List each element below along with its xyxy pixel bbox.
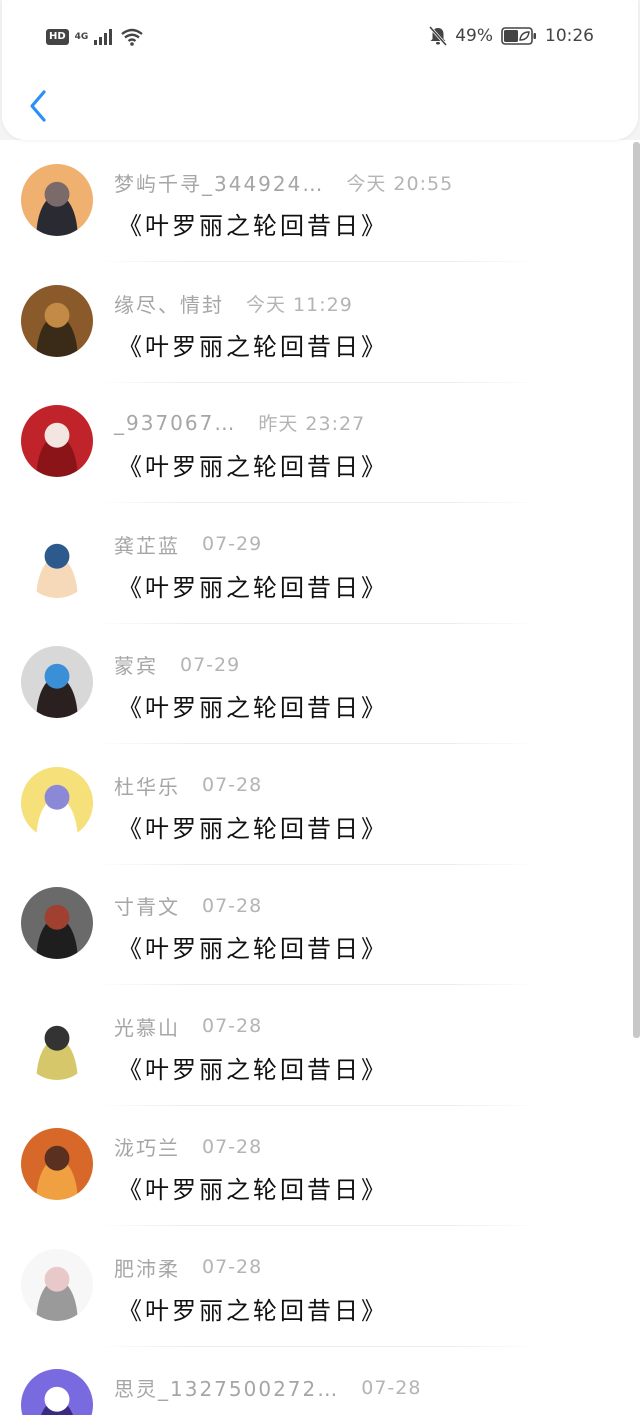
message-time: 今天 11:29 [246,293,353,316]
clock: 10:26 [545,26,594,46]
status-bar: HD 4G 49% 10:26 [2,0,638,76]
network-type: 4G [74,31,89,42]
sender-name: 龚芷蓝 [114,533,180,558]
sender-name: 缘尽、情封 [114,292,224,317]
message-time: 07-28 [361,1376,422,1399]
message-meta: 泷巧兰 07-28 [114,1132,262,1161]
message-meta: 思灵_1327500272… 07-28 [114,1373,421,1402]
message-time: 07-29 [180,653,241,676]
avatar[interactable] [21,1128,93,1200]
signal-icon [94,29,113,45]
message-time: 07-29 [202,533,263,555]
message-time: 07-28 [202,894,263,917]
message-meta: 缘尽、情封 今天 11:29 [114,289,353,318]
message-text: 《叶罗丽之轮回昔日》 [118,332,388,361]
message-meta: _937067… 昨天 23:27 [114,409,365,436]
message-time: 今天 20:55 [346,173,454,195]
message-text: 《叶罗丽之轮回昔日》 [118,814,388,843]
list-item[interactable]: 寸青文 07-28 《叶罗丽之轮回昔日》 [0,863,640,985]
avatar[interactable] [21,284,93,357]
list-item[interactable]: 泷巧兰 07-28 《叶罗丽之轮回昔日》 [0,1104,640,1226]
sender-name: _937067… [114,410,237,435]
battery-percent: 49% [455,26,493,46]
sender-name: 杜华乐 [114,774,180,799]
list-item[interactable]: 龚芷蓝 07-29 《叶罗丽之轮回昔日》 [0,502,640,624]
message-text: 《叶罗丽之轮回昔日》 [118,573,388,602]
sender-name: 肥沛柔 [114,1256,180,1281]
message-text: 《叶罗丽之轮回昔日》 [118,1176,388,1204]
avatar[interactable] [21,646,93,718]
message-meta: 蒙宾 07-29 [114,650,240,679]
battery-icon [501,27,536,45]
top-bar: HD 4G 49% 10:26 [2,0,638,140]
list-item[interactable]: 梦屿千寻_344924… 今天 20:55 《叶罗丽之轮回昔日》 [0,140,640,262]
avatar[interactable] [21,164,93,236]
avatar[interactable] [21,1369,93,1415]
avatar[interactable] [21,1007,93,1080]
message-meta: 寸青文 07-28 [114,891,262,920]
avatar[interactable] [21,525,93,598]
avatar[interactable] [21,766,93,839]
message-text: 《叶罗丽之轮回昔日》 [118,935,388,963]
message-meta: 光慕山 07-28 [114,1012,262,1041]
avatar[interactable] [21,887,93,959]
message-text: 《叶罗丽之轮回昔日》 [118,453,388,481]
sender-name: 光慕山 [114,1015,180,1040]
bell-off-icon [429,26,448,46]
back-button[interactable] [22,86,54,126]
message-text: 《叶罗丽之轮回昔日》 [118,212,388,240]
list-item[interactable]: 思灵_1327500272… 07-28 [0,1345,640,1415]
sender-name: 寸青文 [114,895,180,919]
sender-name: 泷巧兰 [114,1136,180,1160]
list-item[interactable]: 蒙宾 07-29 《叶罗丽之轮回昔日》 [0,622,640,744]
message-text: 《叶罗丽之轮回昔日》 [118,694,388,722]
message-meta: 肥沛柔 07-28 [114,1253,262,1282]
list-item[interactable]: 光慕山 07-28 《叶罗丽之轮回昔日》 [0,984,640,1106]
scrollbar[interactable] [633,142,640,1038]
message-list[interactable]: 梦屿千寻_344924… 今天 20:55 《叶罗丽之轮回昔日》 缘尽、情封 今天 11… [0,140,640,1415]
chevron-left-icon [30,90,46,122]
message-text: 《叶罗丽之轮回昔日》 [118,1296,388,1325]
message-meta: 龚芷蓝 07-29 [114,530,262,559]
hd-badge: HD [46,29,69,45]
message-meta: 杜华乐 07-28 [114,771,262,800]
status-right: 49% 10:26 [429,26,594,46]
message-time: 07-28 [202,1015,263,1037]
avatar[interactable] [21,405,93,477]
message-meta: 梦屿千寻_344924… 今天 20:55 [114,168,453,197]
sender-name: 思灵_1327500272… [114,1377,340,1401]
message-time: 昨天 23:27 [258,413,366,435]
message-time: 07-28 [202,774,263,796]
message-text: 《叶罗丽之轮回昔日》 [118,1055,388,1084]
sender-name: 蒙宾 [114,654,158,678]
status-left: HD 4G [46,28,144,46]
list-item[interactable]: 肥沛柔 07-28 《叶罗丽之轮回昔日》 [0,1225,640,1347]
message-time: 07-28 [202,1256,263,1278]
sender-name: 梦屿千寻_344924… [114,172,325,196]
avatar[interactable] [21,1248,93,1321]
list-item[interactable]: 杜华乐 07-28 《叶罗丽之轮回昔日》 [0,743,640,865]
message-time: 07-28 [202,1135,263,1158]
list-item[interactable]: _937067… 昨天 23:27 《叶罗丽之轮回昔日》 [0,381,640,503]
wifi-icon [121,28,144,46]
list-item[interactable]: 缘尽、情封 今天 11:29 《叶罗丽之轮回昔日》 [0,261,640,383]
